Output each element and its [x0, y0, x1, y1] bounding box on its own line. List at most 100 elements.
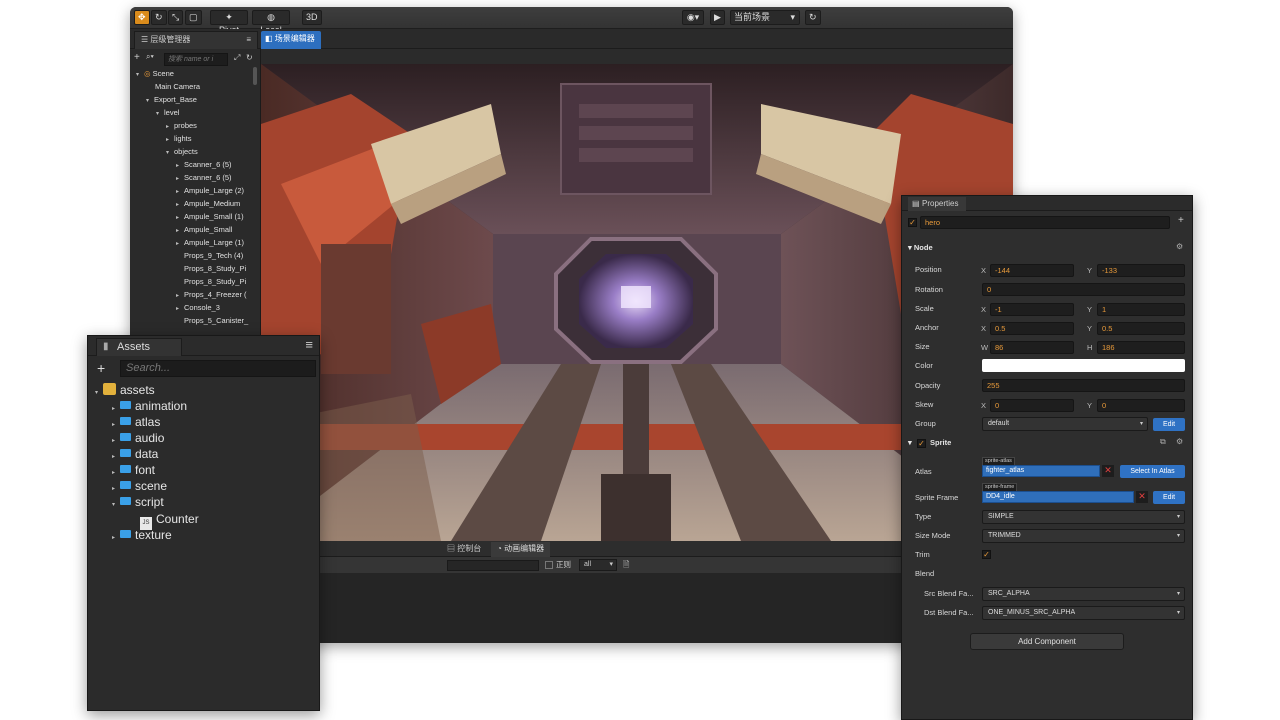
- pivot-icon: ✦: [225, 12, 233, 22]
- tree-item-scene[interactable]: ▾ ◎ Scene: [136, 67, 174, 80]
- add-component-button[interactable]: Add Component: [970, 633, 1124, 650]
- tab-animation-editor[interactable]: ◔ 动画编辑器: [491, 542, 551, 557]
- scale-x-input[interactable]: -1: [990, 303, 1074, 316]
- collapse-icon[interactable]: ⤢: [234, 53, 240, 63]
- tree-item[interactable]: ▸ Ampule_Large (1): [176, 236, 244, 249]
- device-select-icon[interactable]: ◉▾: [682, 10, 704, 25]
- tree-item[interactable]: ▸ Ampule_Small: [176, 223, 232, 236]
- rect-tool-icon[interactable]: ▢: [185, 10, 202, 25]
- asset-folder[interactable]: ▸ animation: [112, 398, 187, 414]
- tab-properties[interactable]: ▤ Properties: [908, 197, 966, 211]
- tree-item[interactable]: Main Camera: [155, 80, 200, 93]
- asset-root[interactable]: ▾ assets: [95, 382, 155, 398]
- asset-folder[interactable]: ▸ font: [112, 462, 155, 478]
- hierarchy-scrollbar[interactable]: [253, 67, 257, 85]
- position-x-input[interactable]: -144: [990, 264, 1074, 277]
- scene-select[interactable]: 当前场景 ▾: [730, 10, 800, 25]
- tree-item[interactable]: Props_9_Tech (4): [184, 249, 243, 262]
- trim-checkbox[interactable]: ✓: [982, 550, 991, 559]
- tree-item[interactable]: Props_5_Canister_: [184, 314, 248, 327]
- skew-x-input[interactable]: 0: [990, 399, 1074, 412]
- asset-folder[interactable]: ▸ scene: [112, 478, 167, 494]
- group-select[interactable]: default ▾: [982, 417, 1148, 431]
- tree-item[interactable]: ▸ Props_4_Freezer (: [176, 288, 247, 301]
- tree-item[interactable]: ▸ Scanner_6 (5): [176, 171, 232, 184]
- tab-scene-editor[interactable]: ◧ 场景编辑器: [261, 31, 321, 49]
- add-node-icon[interactable]: +: [134, 52, 140, 63]
- tree-item[interactable]: ▸ Ampule_Medium: [176, 197, 240, 210]
- skew-y-input[interactable]: 0: [1097, 399, 1185, 412]
- assets-search-input[interactable]: Search...: [120, 360, 316, 377]
- settings-icon[interactable]: ⚙: [1176, 437, 1183, 446]
- tab-hierarchy[interactable]: ☰ 层级管理器 ≡: [134, 31, 258, 49]
- tree-item[interactable]: Props_8_Study_Pi: [184, 275, 246, 288]
- size-w-input[interactable]: 86: [990, 341, 1074, 354]
- sprite-enabled-checkbox[interactable]: ✓: [917, 439, 926, 448]
- play-button-icon[interactable]: ▶: [710, 10, 725, 25]
- tree-item[interactable]: ▾ objects: [166, 145, 198, 158]
- asset-folder[interactable]: ▾ script: [112, 494, 164, 510]
- asset-folder[interactable]: ▸ data: [112, 446, 158, 462]
- move-tool-icon[interactable]: ✥: [134, 10, 150, 25]
- hierarchy-search-input[interactable]: 搜索 name or i: [164, 53, 228, 66]
- regex-checkbox[interactable]: [545, 561, 553, 569]
- rotate-tool-icon[interactable]: ↻: [151, 10, 167, 25]
- clear-atlas-icon[interactable]: ✕: [1102, 465, 1114, 477]
- tree-item[interactable]: ▸ Scanner_6 (5): [176, 158, 232, 171]
- add-asset-icon[interactable]: +: [97, 360, 105, 376]
- position-y-input[interactable]: -133: [1097, 264, 1185, 277]
- tree-item[interactable]: ▸ probes: [166, 119, 197, 132]
- tree-item[interactable]: ▾ Export_Base: [146, 93, 197, 106]
- color-swatch[interactable]: [982, 359, 1185, 372]
- dst-blend-select[interactable]: ONE_MINUS_SRC_ALPHA ▾: [982, 606, 1185, 620]
- local-button[interactable]: ◍ Local: [252, 10, 290, 35]
- asset-file[interactable]: JS Counter: [140, 511, 199, 530]
- tree-item[interactable]: ▸ Ampule_Small (1): [176, 210, 244, 223]
- clear-sprite-frame-icon[interactable]: ✕: [1136, 491, 1148, 503]
- asset-folder[interactable]: ▸ texture: [112, 527, 172, 543]
- select-in-atlas-button[interactable]: Select In Atlas: [1120, 465, 1185, 478]
- add-icon[interactable]: +: [1178, 215, 1184, 226]
- tab-assets[interactable]: ▮ Assets: [96, 338, 182, 356]
- sprite-frame-edit-button[interactable]: Edit: [1153, 491, 1185, 504]
- node-active-checkbox[interactable]: ✓: [908, 218, 917, 227]
- sprite-frame-field[interactable]: DD4_idle: [982, 491, 1134, 503]
- tree-item[interactable]: ▸ Console_3: [176, 301, 220, 314]
- scale-y-input[interactable]: 1: [1097, 303, 1185, 316]
- scale-tool-icon[interactable]: ⤡: [168, 10, 184, 25]
- pivot-button[interactable]: ✦ Pivot: [210, 10, 248, 35]
- rotation-input[interactable]: 0: [982, 283, 1185, 296]
- src-blend-select[interactable]: SRC_ALPHA ▾: [982, 587, 1185, 601]
- node-name-field[interactable]: hero: [920, 216, 1170, 229]
- tree-item[interactable]: ▸ lights: [166, 132, 192, 145]
- group-edit-button[interactable]: Edit: [1153, 418, 1185, 431]
- refresh-icon[interactable]: ↻: [805, 10, 821, 25]
- type-select[interactable]: SIMPLE ▾: [982, 510, 1185, 524]
- settings-icon[interactable]: ⚙: [1176, 242, 1183, 251]
- tree-item-label: level: [164, 108, 180, 117]
- atlas-field[interactable]: fighter_atlas: [982, 465, 1100, 477]
- anchor-x-input[interactable]: 0.5: [990, 322, 1074, 335]
- tree-item[interactable]: ▾ level: [156, 106, 179, 119]
- asset-folder[interactable]: ▸ atlas: [112, 414, 160, 430]
- menu-icon[interactable]: ≡: [246, 32, 251, 48]
- size-h-input[interactable]: 186: [1097, 341, 1185, 354]
- tab-console[interactable]: ▤ 控制台: [447, 543, 481, 555]
- tree-item[interactable]: Props_8_Study_Pi: [184, 262, 246, 275]
- help-icon[interactable]: ⧉: [1160, 437, 1166, 447]
- console-filter-input[interactable]: [447, 560, 539, 571]
- mode-3d-button[interactable]: 3D: [302, 10, 322, 25]
- menu-icon[interactable]: ≡: [305, 337, 313, 352]
- opacity-input[interactable]: 255: [982, 379, 1185, 392]
- anchor-y-input[interactable]: 0.5: [1097, 322, 1185, 335]
- tree-item[interactable]: ▸ Ampule_Large (2): [176, 184, 244, 197]
- log-level-select[interactable]: all ▾: [579, 559, 617, 571]
- tree-item-label: Export_Base: [154, 95, 197, 104]
- refresh-icon[interactable]: ↻: [246, 53, 253, 62]
- sprite-section-header[interactable]: ▾: [908, 437, 912, 449]
- size-mode-select[interactable]: TRIMMED ▾: [982, 529, 1185, 543]
- clear-log-icon[interactable]: 🗎: [623, 559, 629, 573]
- node-section-header[interactable]: ▾ Node: [908, 242, 933, 254]
- tree-item-label: probes: [174, 121, 197, 130]
- asset-folder[interactable]: ▸ audio: [112, 430, 164, 446]
